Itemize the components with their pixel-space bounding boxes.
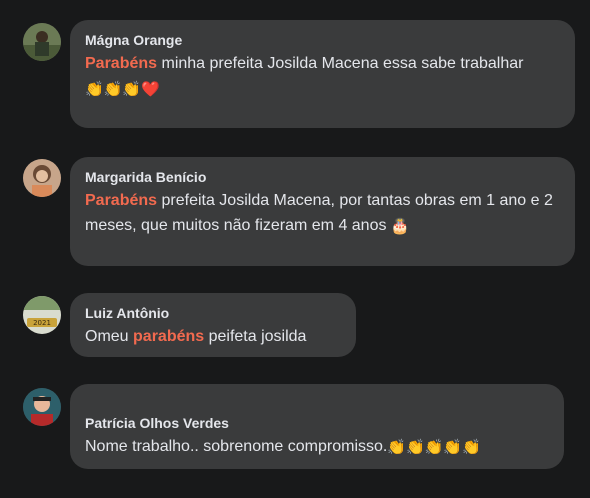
comment-text: Parabéns prefeita Josilda Macena, por ta… <box>85 188 561 238</box>
comment-text: Parabéns minha prefeita Josilda Macena e… <box>85 51 561 101</box>
highlighted-word: Parabéns <box>85 55 158 72</box>
avatar[interactable] <box>23 388 61 426</box>
highlighted-word: Parabéns <box>85 192 158 209</box>
comment-bubble: Luiz Antônio Omeu parabéns peifeta josil… <box>70 293 356 357</box>
comment-text: Nome trabalho.. sobrenome compromisso.👏👏… <box>85 434 550 459</box>
comment-bubble: Patrícia Olhos Verdes Nome trabalho.. so… <box>70 384 564 469</box>
avatar[interactable] <box>23 23 61 61</box>
comment-author[interactable]: Luiz Antônio <box>85 304 342 322</box>
clapping-heart-emoji-icon: 👏👏👏❤️ <box>85 81 160 98</box>
comment-text-after: peifeta josilda <box>204 328 307 345</box>
birthday-cake-emoji-icon: 🎂 <box>390 218 410 235</box>
comment-text-after: minha prefeita Josilda Macena essa sabe … <box>157 55 524 72</box>
comment-text-before: Omeu <box>85 328 134 345</box>
clapping-hands-emoji-icon: 👏👏👏👏👏 <box>387 439 481 456</box>
highlighted-word: parabéns <box>133 328 205 345</box>
avatar[interactable]: 2021 <box>23 296 61 334</box>
avatar-badge-text: 2021 <box>33 319 51 327</box>
avatar[interactable] <box>23 159 61 197</box>
comment-text-before: Nome trabalho.. sobrenome compromisso. <box>85 438 388 455</box>
comment-bubble: Margarida Benício Parabéns prefeita Josi… <box>70 157 575 266</box>
comment-author[interactable]: Margarida Benício <box>85 168 561 186</box>
comment-author[interactable]: Mágna Orange <box>85 31 561 49</box>
comment-bubble: Mágna Orange Parabéns minha prefeita Jos… <box>70 20 575 128</box>
comment-author[interactable]: Patrícia Olhos Verdes <box>85 414 550 432</box>
comment-text: Omeu parabéns peifeta josilda <box>85 324 342 349</box>
